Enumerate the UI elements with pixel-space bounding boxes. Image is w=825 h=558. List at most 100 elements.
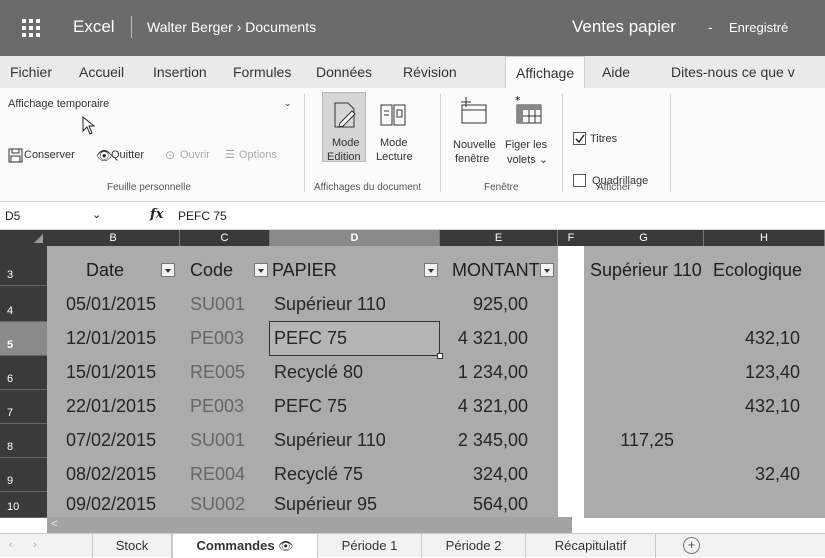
cell-papier[interactable]: Supérieur 110 [274,294,386,315]
column-header-e[interactable]: E [440,230,558,246]
tab-formules[interactable]: Formules [233,64,291,80]
cell-ecologique[interactable]: 432,10 [704,328,800,349]
group-label-fenetre: Fenêtre [484,182,519,193]
cell-montant[interactable]: 4 321,00 [440,328,528,349]
row-header[interactable]: 7 [0,390,47,424]
filter-dropdown-icon[interactable] [540,263,554,277]
cell-code[interactable]: RE004 [190,464,245,485]
nouvelle-fenetre-button[interactable]: Nouvelle fenêtre [448,92,498,170]
cell-papier[interactable]: Supérieur 110 [274,430,386,451]
cell-papier[interactable]: Recyclé 80 [274,362,363,383]
select-all-corner[interactable] [0,230,47,246]
fill-handle[interactable] [437,353,443,359]
sheet-tab-periode-2[interactable]: Période 2 [422,534,526,558]
add-sheet-icon[interactable]: + [683,537,700,554]
tab-insertion[interactable]: Insertion [153,64,207,80]
quadrillage-checkbox[interactable] [573,174,586,187]
ouvrir-button[interactable]: Ouvrir [180,149,210,161]
app-launcher-icon[interactable] [22,19,40,37]
breadcrumb[interactable]: Walter Berger › Documents [147,19,316,35]
tab-fichier[interactable]: Fichier [10,64,52,80]
cell-date[interactable]: 08/02/2015 [66,464,156,485]
tell-me-search[interactable]: Dites-nous ce que v [671,64,795,80]
cell-date[interactable]: 07/02/2015 [66,430,156,451]
scroll-left-arrow[interactable]: < [51,518,57,530]
cell-date[interactable]: 12/01/2015 [66,328,156,349]
cell-code[interactable]: SU001 [190,294,245,315]
cell-superieur-110[interactable]: 117,25 [584,430,674,451]
sheet-tab-periode-1[interactable]: Période 1 [318,534,422,558]
horizontal-scrollbar[interactable]: < [47,517,572,533]
row-number: 10 [7,501,20,513]
tab-donnees[interactable]: Données [316,64,372,80]
cell-ecologique[interactable]: 432,10 [704,396,800,417]
cell-code[interactable]: SU002 [190,494,245,515]
sheet-tab-stock[interactable]: Stock [92,534,172,558]
column-header-h[interactable]: H [704,230,825,246]
cell-ecologique[interactable]: 32,40 [704,464,800,485]
row-header[interactable]: 6 [0,356,47,390]
cell-papier[interactable]: PEFC 75 [274,396,347,417]
row-header[interactable]: 4 [0,286,47,322]
cell-papier[interactable]: Supérieur 95 [274,494,377,515]
worksheet-grid[interactable]: B C D E F G H 3 4 5 6 7 8 9 10 Date Code… [0,230,825,518]
mode-lecture-button[interactable]: Mode Lecture [370,92,414,163]
column-header-b[interactable]: B [47,230,180,246]
mode-edition-button[interactable]: Mode Edition [322,92,366,163]
row-header[interactable]: 10 [0,492,47,518]
cell-code[interactable]: RE005 [190,362,245,383]
filter-dropdown-icon[interactable] [424,263,438,277]
figer-volets-button[interactable]: * Figer les volets ⌄ [500,92,552,170]
row-header[interactable]: 5 [0,322,47,356]
cell-date[interactable]: 15/01/2015 [66,362,156,383]
cell-code[interactable]: PE003 [190,328,244,349]
column-header-c[interactable]: C [180,230,270,246]
sheet-nav-prev-icon[interactable]: ‹ [9,539,13,551]
checkmark-icon [575,134,585,144]
options-button[interactable]: Options [239,149,277,161]
tab-affichage[interactable]: Affichage [505,56,586,88]
sheet-view-select[interactable]: Affichage temporaire ⌄ [8,95,296,115]
tab-aide[interactable]: Aide [602,64,630,80]
sheet-tab-label: Période 1 [341,538,398,553]
row-header[interactable]: 9 [0,458,47,492]
titres-checkbox[interactable] [573,132,586,145]
name-box[interactable]: D5 [5,209,20,223]
cell-montant[interactable]: 925,00 [440,294,528,315]
document-title[interactable]: Ventes papier [572,17,676,37]
cell-code[interactable]: SU001 [190,430,245,451]
save-icon [8,148,23,163]
cell-montant[interactable]: 564,00 [440,494,528,515]
column-header-g[interactable]: G [584,230,704,246]
column-header-d[interactable]: D [270,230,440,246]
cell-ecologique[interactable]: 123,40 [704,362,800,383]
formula-input[interactable]: PEFC 75 [178,209,227,223]
sheet-tab-recapitulatif[interactable]: Récapitulatif [526,534,656,558]
function-icon[interactable]: fx [150,207,163,222]
sheet-nav-next-icon[interactable]: › [33,539,37,551]
sheet-tab-commandes[interactable]: Commandes 👁 [172,534,318,558]
cell-papier[interactable]: PEFC 75 [274,328,347,349]
filter-dropdown-icon[interactable] [161,263,175,277]
cell-papier[interactable]: Recyclé 75 [274,464,363,485]
cell-date[interactable]: 22/01/2015 [66,396,156,417]
row-header[interactable]: 8 [0,424,47,458]
cell-code[interactable]: PE003 [190,396,244,417]
cell-date[interactable]: 05/01/2015 [66,294,156,315]
sheet-tab-label: Récapitulatif [554,538,627,553]
tab-accueil[interactable]: Accueil [79,64,124,80]
row-header[interactable]: 3 [0,246,47,286]
cell-montant[interactable]: 4 321,00 [440,396,528,417]
cell-montant[interactable]: 1 234,00 [440,362,528,383]
name-box-chevron-icon[interactable]: ⌄ [92,208,101,221]
cell-montant[interactable]: 2 345,00 [440,430,528,451]
tab-revision[interactable]: Révision [403,64,457,80]
filter-dropdown-icon[interactable] [254,263,268,277]
column-header-f[interactable]: F [558,230,584,246]
row-number: 8 [7,441,14,453]
conserver-button[interactable]: Conserver [24,149,75,161]
cell-date[interactable]: 09/02/2015 [66,494,156,515]
app-name[interactable]: Excel [73,17,115,37]
cell-montant[interactable]: 324,00 [440,464,528,485]
quitter-button[interactable]: Quitter [111,149,144,161]
